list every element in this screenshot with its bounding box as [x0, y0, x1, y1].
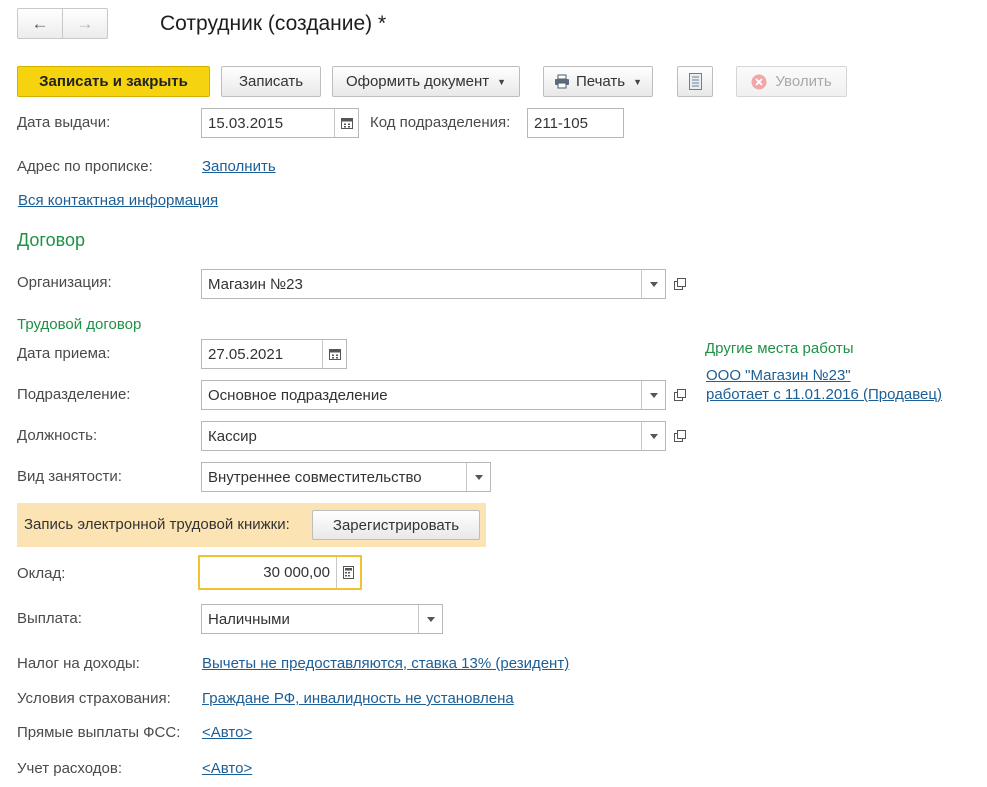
calendar-icon[interactable] — [322, 340, 346, 368]
salary-value: 30 000,00 — [263, 564, 330, 581]
etk-label: Запись электронной трудовой книжки: — [24, 516, 290, 533]
make-document-label: Оформить документ — [345, 73, 490, 90]
division-field[interactable]: Основное подразделение — [201, 380, 666, 410]
dismiss-label: Уволить — [775, 73, 832, 90]
expenses-label: Учет расходов: — [17, 760, 122, 777]
calendar-icon[interactable] — [334, 109, 358, 137]
open-icon[interactable] — [667, 269, 692, 299]
hire-date-value: 27.05.2021 — [208, 345, 284, 363]
organization-field[interactable]: Магазин №23 — [201, 269, 666, 299]
page-title: Сотрудник (создание) * — [160, 12, 387, 35]
close-circle-icon — [751, 74, 767, 90]
contract-section-title: Договор — [17, 230, 85, 250]
payment-value: Наличными — [208, 610, 290, 628]
open-icon[interactable] — [667, 380, 692, 410]
list-button[interactable] — [677, 66, 713, 97]
print-button[interactable]: Печать ▼ — [543, 66, 653, 97]
address-label: Адрес по прописке: — [17, 158, 153, 175]
employment-type-value: Внутреннее совместительство — [208, 468, 422, 486]
employment-type-label: Вид занятости: — [17, 468, 122, 485]
register-etk-button[interactable]: Зарегистрировать — [312, 510, 480, 540]
list-icon — [688, 73, 702, 90]
dept-code-field[interactable]: 211-105 — [527, 108, 624, 138]
navigation-buttons: ← → — [17, 8, 108, 39]
chevron-down-icon[interactable] — [418, 605, 442, 633]
division-value: Основное подразделение — [208, 386, 388, 404]
chevron-down-icon: ▼ — [497, 76, 507, 87]
printer-icon — [554, 74, 570, 89]
chevron-down-icon[interactable] — [641, 381, 665, 409]
open-icon[interactable] — [667, 421, 692, 451]
insurance-link[interactable]: Граждане РФ, инвалидность не установлена — [202, 690, 514, 707]
issue-date-value: 15.03.2015 — [208, 114, 284, 132]
back-button[interactable]: ← — [18, 9, 62, 38]
tax-link[interactable]: Вычеты не предоставляются, ставка 13% (р… — [202, 655, 569, 672]
position-value: Кассир — [208, 427, 257, 445]
chevron-down-icon[interactable] — [641, 270, 665, 298]
address-fill-link[interactable]: Заполнить — [202, 158, 276, 175]
arrow-right-icon: → — [76, 13, 94, 33]
insurance-label: Условия страхования: — [17, 690, 171, 707]
all-contacts-link[interactable]: Вся контактная информация — [18, 192, 218, 209]
arrow-left-icon: ← — [31, 13, 49, 33]
chevron-down-icon[interactable] — [466, 463, 490, 491]
organization-label: Организация: — [17, 274, 112, 291]
other-job-detail-link[interactable]: работает с 11.01.2016 (Продавец) — [706, 386, 942, 403]
employment-type-field[interactable]: Внутреннее совместительство — [201, 462, 491, 492]
print-label: Печать — [575, 73, 626, 90]
payment-field[interactable]: Наличными — [201, 604, 443, 634]
position-label: Должность: — [17, 427, 98, 444]
chevron-down-icon: ▼ — [633, 76, 643, 87]
fss-link[interactable]: <Авто> — [202, 724, 252, 741]
issue-date-field[interactable]: 15.03.2015 — [201, 108, 359, 138]
employment-contract-section: Трудовой договор — [17, 316, 142, 333]
issue-date-label: Дата выдачи: — [17, 114, 111, 131]
organization-value: Магазин №23 — [208, 275, 303, 293]
payment-label: Выплата: — [17, 610, 82, 627]
save-and-close-button[interactable]: Записать и закрыть — [17, 66, 210, 97]
dismiss-button[interactable]: Уволить — [736, 66, 847, 97]
save-button[interactable]: Записать — [221, 66, 321, 97]
salary-label: Оклад: — [17, 565, 66, 582]
dept-code-label: Код подразделения: — [370, 114, 511, 131]
tax-label: Налог на доходы: — [17, 655, 140, 672]
other-job-org-link[interactable]: ООО "Магазин №23" — [706, 367, 851, 384]
fss-label: Прямые выплаты ФСС: — [17, 724, 181, 741]
chevron-down-icon[interactable] — [641, 422, 665, 450]
salary-field[interactable]: 30 000,00 — [198, 555, 362, 590]
other-jobs-title: Другие места работы — [705, 340, 854, 357]
hire-date-field[interactable]: 27.05.2021 — [201, 339, 347, 369]
division-label: Подразделение: — [17, 386, 131, 403]
calculator-icon[interactable] — [336, 557, 360, 588]
expenses-link[interactable]: <Авто> — [202, 760, 252, 777]
make-document-button[interactable]: Оформить документ ▼ — [332, 66, 520, 97]
forward-button[interactable]: → — [63, 9, 107, 38]
hire-date-label: Дата приема: — [17, 345, 111, 362]
position-field[interactable]: Кассир — [201, 421, 666, 451]
dept-code-value: 211-105 — [534, 114, 588, 132]
